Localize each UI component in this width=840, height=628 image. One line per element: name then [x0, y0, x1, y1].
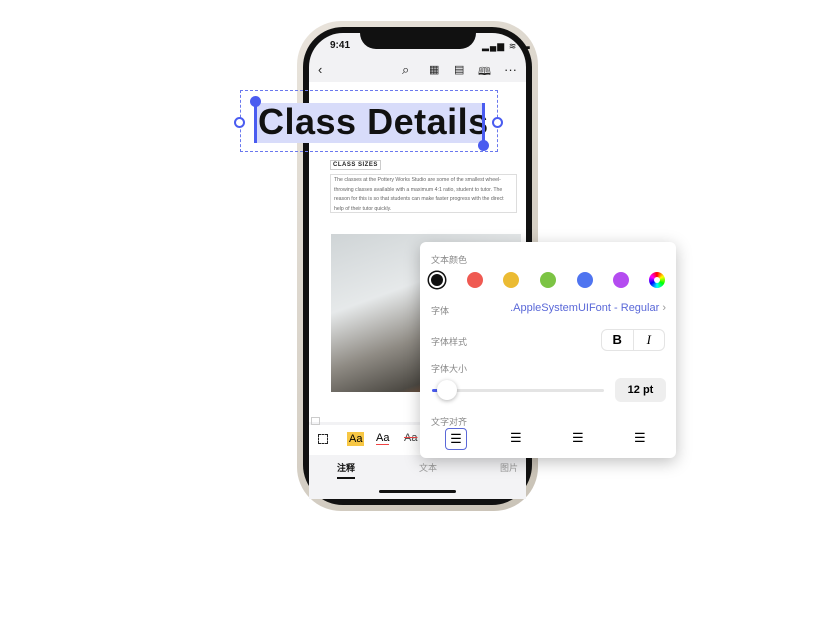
tab-annotate[interactable]: 注释: [337, 461, 356, 479]
align-center-button[interactable]: ☰: [510, 430, 522, 446]
chevron-right-icon: ›: [662, 302, 666, 314]
resize-handle-left[interactable]: [234, 117, 245, 128]
page-indicator: [311, 417, 320, 425]
color-swatch-green[interactable]: [540, 272, 556, 288]
grid-icon[interactable]: ▦: [429, 63, 439, 76]
color-swatch-black[interactable]: [431, 274, 443, 286]
status-icons: ▂▄▆ ≋ ▬: [482, 41, 531, 51]
font-style-group: B I: [601, 329, 665, 351]
font-size-slider[interactable]: [432, 389, 604, 392]
book-icon[interactable]: 🕮: [478, 63, 491, 82]
color-wheel-icon[interactable]: [649, 272, 665, 288]
more-icon[interactable]: ···: [504, 62, 517, 77]
font-size-value[interactable]: 12 pt: [615, 378, 666, 402]
home-indicator: [379, 490, 456, 493]
color-swatch-blue[interactable]: [577, 272, 593, 288]
font-size-label: 字体大小: [431, 364, 468, 374]
selection-start-knob[interactable]: [250, 96, 261, 107]
search-icon[interactable]: ⌕: [402, 62, 409, 78]
bold-button[interactable]: B: [602, 330, 634, 350]
italic-button[interactable]: I: [634, 330, 665, 350]
selected-title-text[interactable]: Class Details: [258, 101, 489, 143]
bookmark-icon[interactable]: ▤: [454, 63, 464, 76]
font-value: .AppleSystemUIFont - Regular: [510, 302, 660, 314]
tab-text[interactable]: 文本: [419, 461, 437, 474]
status-time: 9:41: [330, 40, 351, 51]
section-label: CLASS SIZES: [330, 160, 381, 170]
strikethrough-tool[interactable]: Aa: [404, 432, 417, 444]
text-color-label: 文本颜色: [431, 255, 468, 265]
font-size-slider-thumb[interactable]: [436, 380, 457, 400]
text-align-label: 文字对齐: [431, 417, 468, 427]
color-swatch-purple[interactable]: [613, 272, 629, 288]
text-format-popup: 文本颜色 字体 .AppleSystemUIFont - Regular › 字…: [420, 242, 676, 458]
select-tool-icon[interactable]: [318, 434, 328, 444]
font-style-label: 字体样式: [431, 337, 468, 347]
font-label: 字体: [431, 306, 450, 316]
highlight-tool[interactable]: Aa: [347, 432, 365, 446]
paragraph-text: The classes at the Pottery Works Studio …: [330, 174, 517, 213]
color-swatch-yellow[interactable]: [503, 272, 519, 288]
align-right-button[interactable]: ☰: [572, 430, 584, 446]
resize-handle-right[interactable]: [492, 117, 503, 128]
color-swatch-red[interactable]: [467, 272, 483, 288]
selection-end-handle[interactable]: [482, 103, 485, 145]
align-left-button[interactable]: ☰: [445, 428, 467, 450]
tab-image[interactable]: 图片: [500, 461, 518, 474]
notch: [360, 27, 476, 49]
align-justify-button[interactable]: ☰: [634, 430, 646, 446]
font-picker[interactable]: .AppleSystemUIFont - Regular ›: [510, 302, 666, 314]
underline-tool[interactable]: Aa: [376, 432, 390, 445]
back-icon[interactable]: ‹: [318, 62, 322, 77]
selection-start-handle[interactable]: [254, 101, 257, 143]
selection-end-knob[interactable]: [478, 140, 489, 151]
